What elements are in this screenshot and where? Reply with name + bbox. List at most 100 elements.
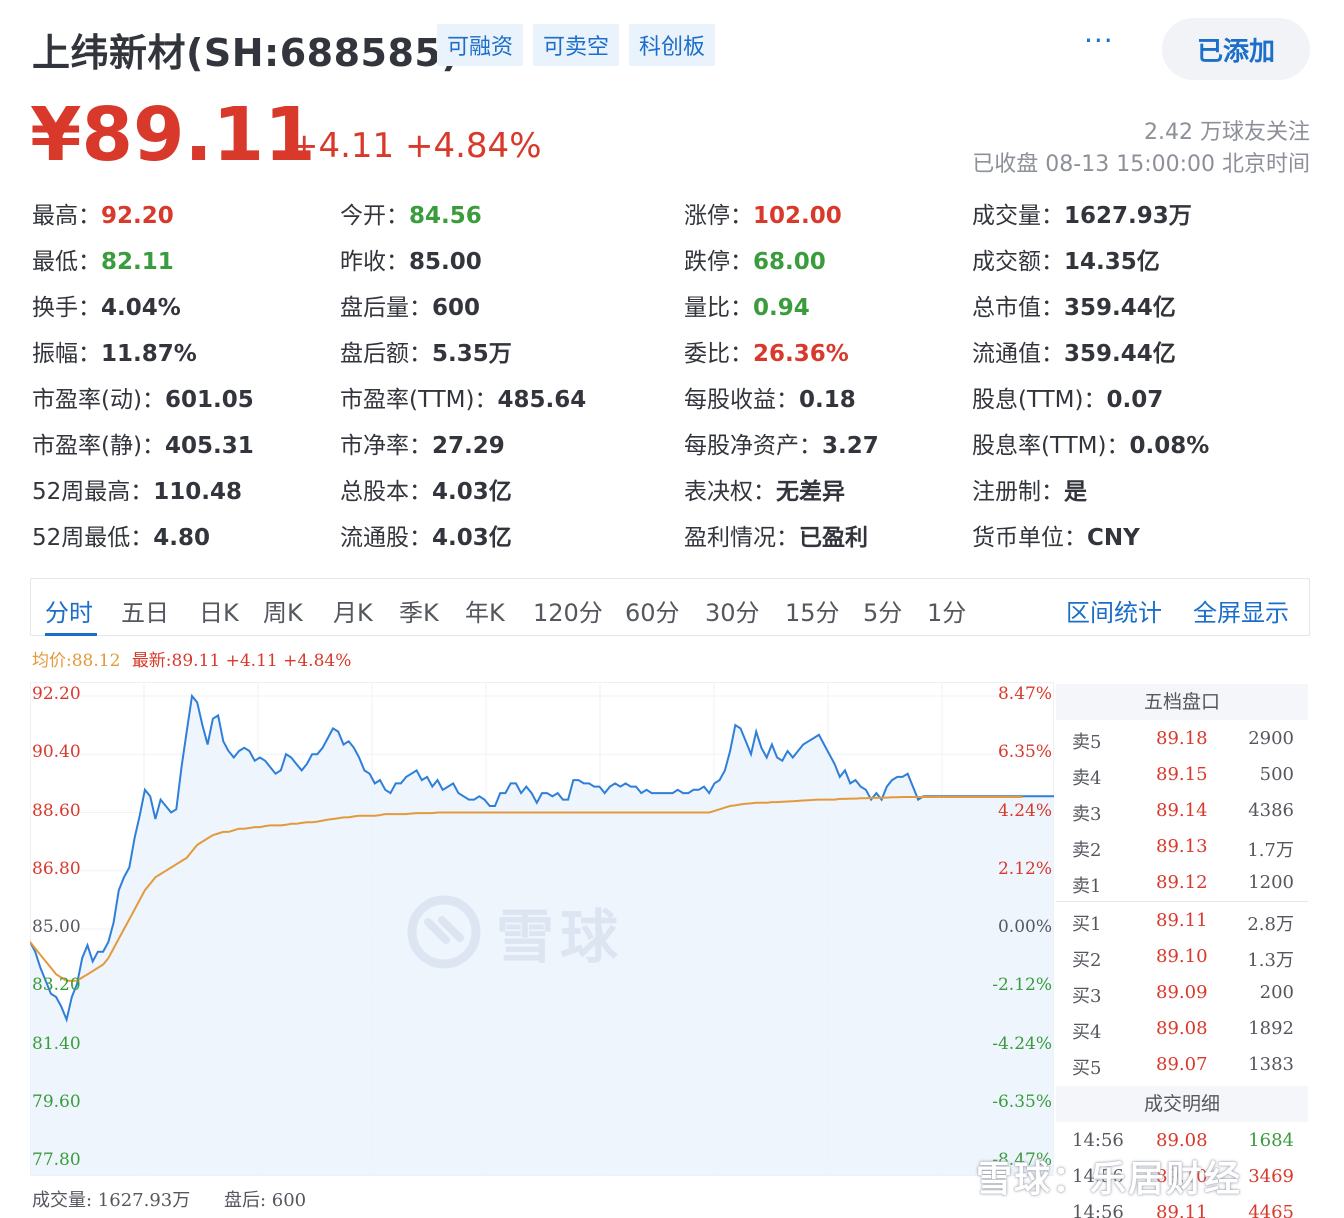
more-icon[interactable]: ··· bbox=[1084, 24, 1114, 57]
quote-item: 今开：84.56 bbox=[340, 196, 482, 230]
quote-label: 盘后额： bbox=[340, 341, 432, 367]
tab-period[interactable]: 5分 bbox=[863, 593, 902, 628]
tag-margin[interactable]: 可融资 bbox=[437, 24, 524, 66]
quote-label: 市盈率(TTM)： bbox=[340, 387, 498, 413]
tab-period[interactable]: 日K bbox=[199, 593, 239, 628]
ask-volume: 1.7万 bbox=[1247, 840, 1294, 861]
active-tab-underline bbox=[45, 633, 97, 636]
quote-value: 68.00 bbox=[753, 249, 826, 275]
quote-label: 注册制： bbox=[972, 479, 1064, 505]
tag-short[interactable]: 可卖空 bbox=[533, 24, 620, 66]
tab-period[interactable]: 60分 bbox=[625, 593, 680, 628]
quote-label: 52周最低： bbox=[32, 525, 154, 551]
current-price: ¥89.11 bbox=[30, 92, 316, 178]
trade-price: 89.11 bbox=[1156, 1202, 1208, 1218]
quote-value: 26.36% bbox=[753, 341, 849, 367]
interval-stats-button[interactable]: 区间统计 bbox=[1066, 593, 1162, 628]
bid-volume: 1383 bbox=[1248, 1054, 1294, 1075]
quote-label: 最高： bbox=[32, 203, 101, 229]
price-change: +4.11 +4.84% bbox=[290, 126, 542, 166]
quote-value: 1627.93万 bbox=[1064, 203, 1192, 229]
quote-item: 昨收：85.00 bbox=[340, 242, 482, 276]
quote-value: 359.44亿 bbox=[1064, 295, 1176, 321]
tab-period[interactable]: 30分 bbox=[705, 593, 760, 628]
fullscreen-button[interactable]: 全屏显示 bbox=[1193, 593, 1289, 628]
quote-label: 市盈率(动)： bbox=[32, 387, 165, 413]
chart-watermark: 雪球 bbox=[404, 890, 624, 974]
trade-volume: 4465 bbox=[1248, 1202, 1294, 1218]
quote-value: 14.35亿 bbox=[1064, 249, 1160, 275]
quote-label: 今开： bbox=[340, 203, 409, 229]
quote-label: 表决权： bbox=[684, 479, 776, 505]
quote-value: 0.18 bbox=[799, 387, 856, 413]
quote-value: 405.31 bbox=[164, 433, 254, 459]
quote-label: 每股净资产： bbox=[684, 433, 822, 459]
snowball-logo-icon bbox=[407, 895, 481, 969]
y-tick-right: 4.24% bbox=[997, 800, 1052, 821]
tab-period[interactable]: 1分 bbox=[927, 593, 966, 628]
quote-value: 601.05 bbox=[164, 387, 254, 413]
quote-label: 成交量： bbox=[972, 203, 1064, 229]
ask-label: 卖1 bbox=[1072, 876, 1102, 897]
quote-value: 27.29 bbox=[432, 433, 505, 459]
tab-period[interactable]: 120分 bbox=[533, 593, 603, 628]
quote-item: 成交额：14.35亿 bbox=[972, 242, 1160, 276]
quote-label: 盘后量： bbox=[340, 295, 432, 321]
bid-row: 买1 89.11 2.8万 bbox=[1056, 902, 1308, 938]
quote-label: 委比： bbox=[684, 341, 753, 367]
ask-row: 卖3 89.14 4386 bbox=[1056, 792, 1308, 828]
quote-grid: 最高：92.20 今开：84.56 涨停：102.00 成交量：1627.93万 最低：… bbox=[32, 196, 1312, 556]
stock-tags: 可融资 可卖空 科创板 bbox=[437, 24, 716, 66]
ask-label: 卖3 bbox=[1072, 804, 1102, 825]
quote-item: 振幅：11.87% bbox=[32, 334, 197, 368]
ask-price: 89.13 bbox=[1156, 836, 1208, 857]
bid-label: 买2 bbox=[1072, 950, 1102, 971]
quote-item: 盈利情况：已盈利 bbox=[684, 518, 868, 552]
quote-value: 0.07 bbox=[1106, 387, 1164, 413]
order-book-panel: 五档盘口 卖5 89.18 2900 卖4 89.15 500 卖3 89.14 4386 卖2 89… bbox=[1056, 682, 1308, 1218]
ask-row: 卖2 89.13 1.7万 bbox=[1056, 828, 1308, 864]
bid-volume: 200 bbox=[1259, 982, 1294, 1003]
market-status: 已收盘 08-13 15:00:00 北京时间 bbox=[972, 152, 1310, 177]
tab-period[interactable]: 分时 bbox=[45, 593, 93, 628]
ask-price: 89.12 bbox=[1156, 872, 1208, 893]
bid-row: 买2 89.10 1.3万 bbox=[1056, 938, 1308, 974]
quote-value: 0.94 bbox=[753, 295, 810, 321]
quote-item: 52周最高：110.48 bbox=[32, 472, 242, 506]
quote-label: 流通股： bbox=[340, 525, 432, 551]
quote-item: 股息率(TTM)：0.08% bbox=[972, 426, 1209, 460]
tab-period[interactable]: 月K bbox=[333, 593, 373, 628]
ask-volume: 1200 bbox=[1248, 872, 1294, 893]
quote-item: 盘后额：5.35万 bbox=[340, 334, 512, 368]
quote-label: 昨收： bbox=[340, 249, 409, 275]
tab-period[interactable]: 五日 bbox=[121, 593, 169, 628]
tab-period[interactable]: 年K bbox=[465, 593, 505, 628]
quote-item: 货币单位：CNY bbox=[972, 518, 1140, 552]
after-hours-volume: 盘后: 600 bbox=[223, 1190, 307, 1211]
quote-item: 委比：26.36% bbox=[684, 334, 849, 368]
quote-item: 总股本：4.03亿 bbox=[340, 472, 512, 506]
quote-item: 股息(TTM)：0.07 bbox=[972, 380, 1163, 414]
tab-period[interactable]: 周K bbox=[263, 593, 303, 628]
quote-label: 最低： bbox=[32, 249, 101, 275]
quote-item: 流通值：359.44亿 bbox=[972, 334, 1176, 368]
tag-star-market[interactable]: 科创板 bbox=[629, 24, 716, 66]
quote-item: 最低：82.11 bbox=[32, 242, 174, 276]
quote-item: 市盈率(静)：405.31 bbox=[32, 426, 254, 460]
bid-price: 89.10 bbox=[1156, 946, 1208, 967]
tab-period[interactable]: 季K bbox=[399, 593, 439, 628]
quote-item: 盘后量：600 bbox=[340, 288, 480, 322]
quote-item: 换手：4.04% bbox=[32, 288, 181, 322]
watermark-text: 雪球 bbox=[496, 903, 625, 971]
trade-volume: 1684 bbox=[1248, 1130, 1294, 1151]
ask-row: 卖4 89.15 500 bbox=[1056, 756, 1308, 792]
quote-item: 注册制：是 bbox=[972, 472, 1087, 506]
tab-period[interactable]: 15分 bbox=[785, 593, 840, 628]
quote-value: 84.56 bbox=[409, 203, 482, 229]
added-watchlist-button[interactable]: 已添加 bbox=[1162, 18, 1310, 80]
y-tick-right: -4.24% bbox=[992, 1033, 1052, 1054]
quote-label: 盈利情况： bbox=[684, 525, 799, 551]
quote-value: 4.80 bbox=[153, 525, 211, 551]
quote-value: 0.08% bbox=[1129, 433, 1210, 459]
order-book-title: 五档盘口 bbox=[1056, 684, 1308, 720]
